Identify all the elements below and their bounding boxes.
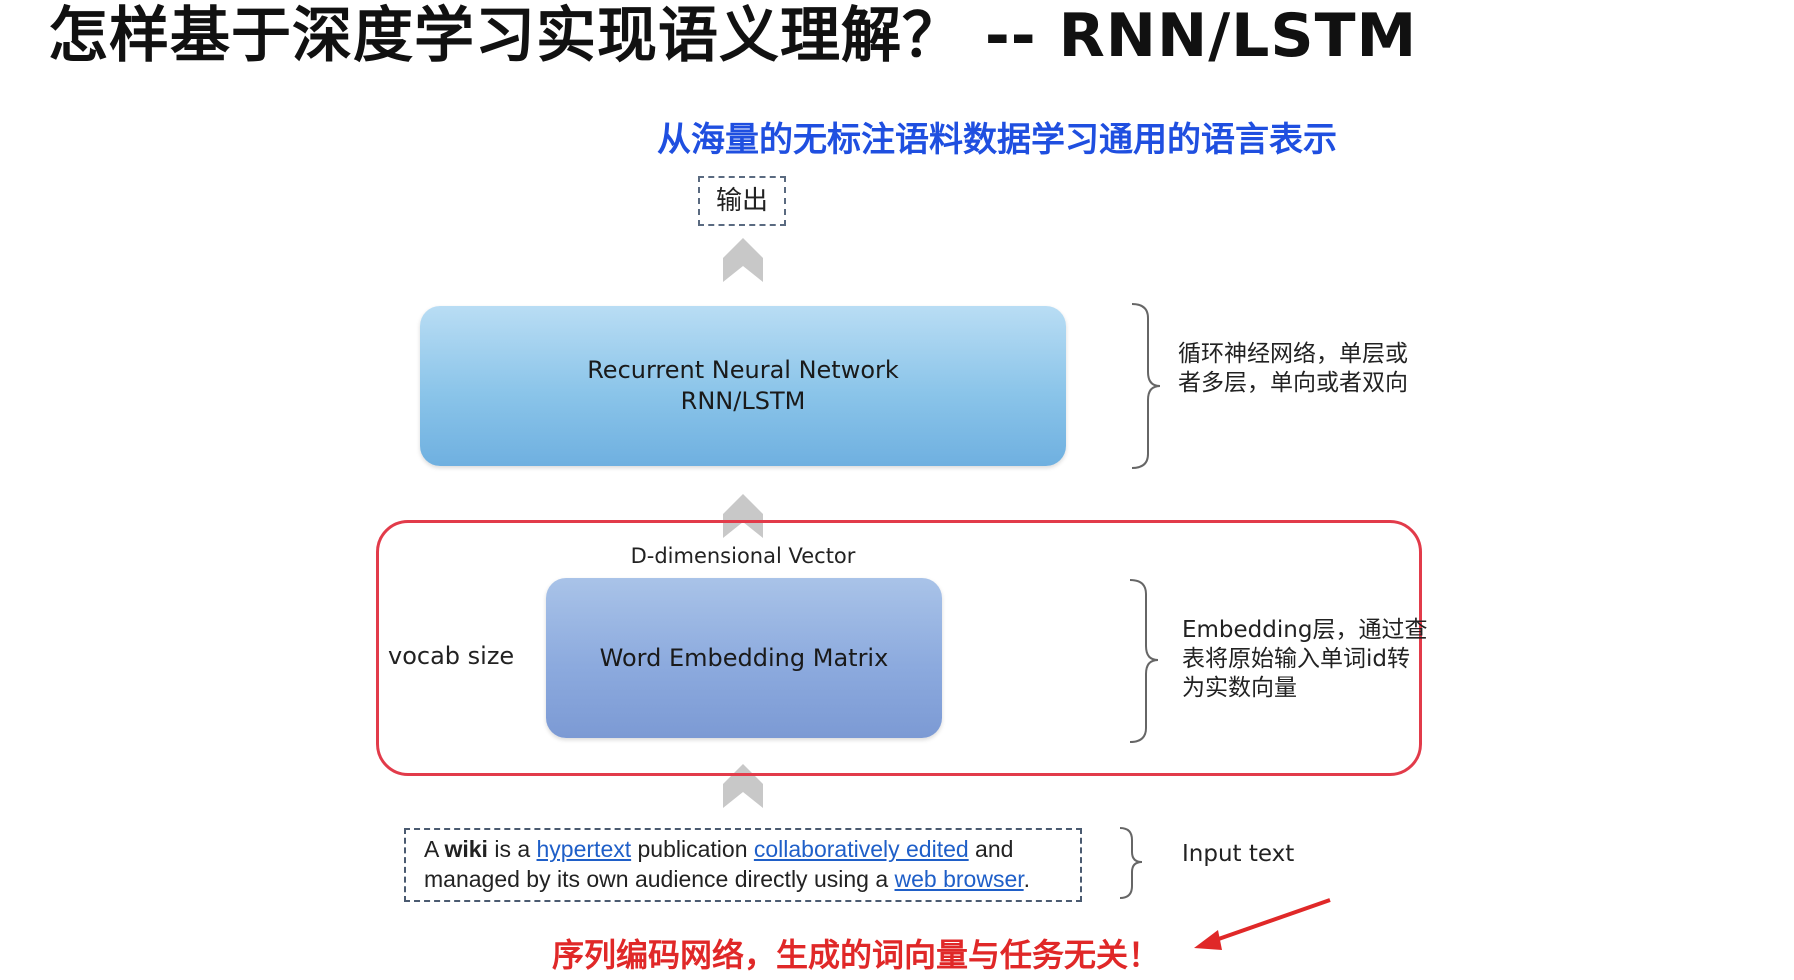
word-embedding-block: Word Embedding Matrix <box>546 578 942 738</box>
input-text-note: Input text <box>1182 841 1295 867</box>
conclusion-text: 序列编码网络，生成的词向量与任务无关！ <box>552 936 1161 974</box>
up-arrow-output <box>723 238 763 282</box>
embedding-note: Embedding层，通过查表将原始输入单词id转为实数向量 <box>1182 617 1428 701</box>
input-line1-segment-4: publication <box>631 836 754 862</box>
input-line2-segment-1[interactable]: web browser <box>895 866 1024 892</box>
input-text-line1: A wiki is a hypertext publication collab… <box>424 834 1080 864</box>
red-pointer-arrow <box>1194 898 1331 950</box>
input-line1-segment-6: and <box>968 836 1014 862</box>
input-text-line2: managed by its own audience directly usi… <box>424 864 1080 894</box>
output-box: 输出 <box>698 176 786 226</box>
input-line1-segment-5[interactable]: collaboratively edited <box>754 836 969 862</box>
input-line1-segment-0: A <box>424 836 445 862</box>
input-line1-segment-1: wiki <box>444 836 488 862</box>
rnn-block-line1: Recurrent Neural Network <box>587 356 899 384</box>
rnn-block-line2: RNN/LSTM <box>680 387 806 415</box>
input-line1-segment-2: is a <box>487 836 537 862</box>
vocab-size-label: vocab size <box>388 642 515 670</box>
input-line2-segment-0: managed by its own audience directly usi… <box>424 866 895 892</box>
rnn-block: Recurrent Neural Network RNN/LSTM <box>420 306 1066 466</box>
input-line2-segment-2: . <box>1023 866 1031 892</box>
word-embedding-label: Word Embedding Matrix <box>599 644 889 672</box>
brace-rnn <box>1131 303 1161 469</box>
input-text-box: A wiki is a hypertext publication collab… <box>404 828 1082 902</box>
rnn-note: 循环神经网络，单层或者多层，单向或者双向 <box>1178 341 1408 396</box>
d-dimensional-vector-label: D-dimensional Vector <box>630 544 856 568</box>
input-line1-segment-3[interactable]: hypertext <box>537 836 632 862</box>
brace-input <box>1119 827 1143 899</box>
